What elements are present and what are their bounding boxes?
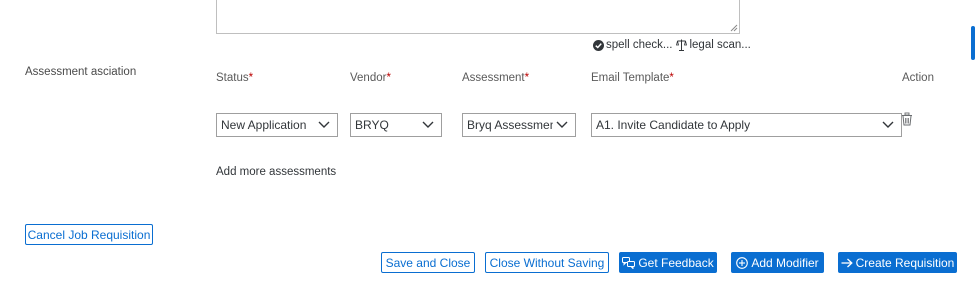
chevron-down-icon [315, 121, 333, 129]
add-circle-icon [736, 256, 749, 269]
save-and-close-label: Save and Close [385, 255, 471, 270]
spell-check-label: spell check... [606, 39, 673, 51]
column-header-email-template: Email Template* [591, 72, 674, 84]
scrollbar-thumb[interactable] [971, 26, 975, 60]
check-circle-icon [593, 39, 604, 51]
create-requisition-button[interactable]: Create Requisition [838, 252, 957, 273]
feedback-icon [622, 256, 636, 269]
assessment-select-value: Bryq Assessment [467, 118, 553, 132]
column-header-assessment-label: Assessment [462, 72, 525, 84]
trash-icon[interactable] [900, 112, 914, 126]
required-marker: * [669, 72, 674, 84]
column-header-vendor-label: Vendor [350, 72, 387, 84]
editor-tools: spell check... legal scan... [593, 39, 751, 51]
chevron-down-icon [419, 121, 437, 129]
add-modifier-label: Add Modifier [751, 255, 819, 270]
get-feedback-button[interactable]: Get Feedback [619, 252, 717, 273]
email-template-select[interactable]: A1. Invite Candidate to Apply [591, 113, 902, 137]
legal-scan-icon [676, 39, 688, 51]
section-label: Assessment asciation [25, 66, 137, 78]
column-header-assessment: Assessment* [462, 72, 529, 84]
get-feedback-label: Get Feedback [638, 255, 714, 270]
email-template-select-value: A1. Invite Candidate to Apply [596, 118, 751, 132]
create-requisition-label: Create Requisition [855, 255, 955, 270]
required-marker: * [524, 72, 530, 84]
column-header-email-template-label: Email Template [591, 72, 670, 84]
legal-scan-label: legal scan... [689, 39, 751, 51]
status-select-value: New Application [221, 118, 307, 132]
vendor-select-value: BRYQ [355, 118, 389, 132]
close-without-saving-button[interactable]: Close Without Saving [485, 252, 609, 273]
column-header-vendor: Vendor* [350, 72, 391, 84]
status-select[interactable]: New Application [216, 113, 338, 137]
description-textarea[interactable] [216, 0, 740, 34]
resize-handle-icon[interactable] [730, 24, 738, 32]
required-marker: * [248, 72, 254, 84]
column-header-status: Status* [216, 72, 253, 84]
save-and-close-button[interactable]: Save and Close [381, 252, 475, 273]
close-without-saving-label: Close Without Saving [489, 255, 605, 270]
legal-scan-link[interactable]: legal scan... [676, 39, 751, 51]
vendor-select[interactable]: BRYQ [350, 113, 442, 137]
required-marker: * [386, 72, 391, 84]
column-header-action: Action [902, 72, 934, 84]
column-header-status-label: Status [216, 72, 249, 84]
chevron-down-icon [553, 121, 571, 129]
add-modifier-button[interactable]: Add Modifier [731, 252, 824, 273]
cancel-job-requisition-button[interactable]: Cancel Job Requisition [25, 224, 153, 245]
chevron-down-icon [879, 121, 897, 129]
add-more-assessments-link[interactable]: Add more assessments [216, 166, 336, 178]
assessment-select[interactable]: Bryq Assessment [462, 113, 576, 137]
spell-check-link[interactable]: spell check... [593, 39, 672, 51]
arrow-right-icon [841, 258, 853, 267]
cancel-job-requisition-label: Cancel Job Requisition [27, 227, 151, 242]
